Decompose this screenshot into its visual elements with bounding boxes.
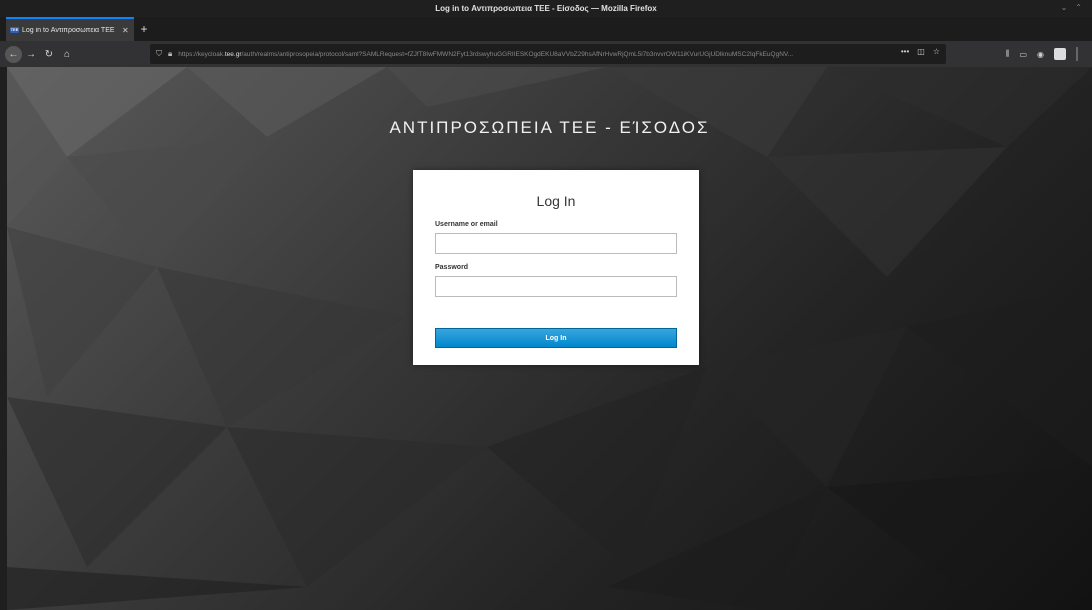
url-prefix: https://keycloak. bbox=[178, 50, 225, 58]
home-icon: ⌂ bbox=[63, 48, 71, 60]
tab-label: Log in to Αντιπροσωπεια ΤΕΕ bbox=[22, 26, 115, 34]
username-label: Username or email bbox=[435, 221, 498, 228]
toolbar-right: ⫼ ▭ ◉ bbox=[1006, 47, 1078, 61]
library-icon[interactable]: ⫼ bbox=[1006, 49, 1010, 59]
tab-login[interactable]: TEE Log in to Αντιπροσωπεια ΤΕΕ ✕ bbox=[6, 17, 134, 41]
url-actions: ••• ◫ ☆ bbox=[901, 47, 940, 56]
password-input[interactable] bbox=[435, 276, 677, 297]
arrow-right-icon: → bbox=[26, 48, 36, 60]
toolbar-separator bbox=[1076, 47, 1078, 61]
username-input[interactable] bbox=[435, 233, 677, 254]
reload-button[interactable]: ↻ bbox=[40, 45, 58, 63]
tracking-shield-icon[interactable]: ⛉ bbox=[156, 49, 162, 59]
plus-icon: + bbox=[140, 22, 148, 36]
page-content: ΑΝΤΙΠΡΟΣΩΠΕΙΑ ΤΕΕ - ΕΊΣΟΔΟΣ Log In Usern… bbox=[7, 67, 1092, 610]
page-heading: ΑΝΤΙΠΡΟΣΩΠΕΙΑ ΤΕΕ - ΕΊΣΟΔΟΣ bbox=[389, 118, 710, 137]
home-button[interactable]: ⌂ bbox=[58, 45, 76, 63]
page-actions-icon[interactable]: ••• bbox=[901, 47, 909, 56]
window-controls: ⌄ ⌃ bbox=[1061, 3, 1082, 13]
login-title: Log In bbox=[536, 193, 576, 209]
minimize-icon[interactable]: ⌄ bbox=[1061, 3, 1068, 13]
reload-icon: ↻ bbox=[44, 48, 54, 60]
maximize-icon[interactable]: ⌃ bbox=[1075, 3, 1082, 13]
window-title: Log in to Αντιπροσωπεια ΤΕΕ - Είσοδος — … bbox=[435, 4, 657, 13]
url-bar[interactable]: ⛉ 🔒︎ https://keycloak.tee.gr/auth/realms… bbox=[150, 44, 946, 64]
new-tab-button[interactable]: + bbox=[134, 17, 154, 41]
login-button[interactable]: Log In bbox=[435, 328, 677, 348]
pocket-icon[interactable]: ◫ bbox=[917, 47, 925, 56]
close-tab-icon[interactable]: ✕ bbox=[122, 26, 129, 35]
tab-strip: TEE Log in to Αντιπροσωπεια ΤΕΕ ✕ + bbox=[0, 17, 1092, 41]
window-left-edge bbox=[0, 67, 7, 610]
bookmark-star-icon[interactable]: ☆ bbox=[933, 47, 940, 56]
forward-button[interactable]: → bbox=[22, 45, 40, 63]
password-label: Password bbox=[435, 264, 469, 271]
back-button[interactable]: ← bbox=[5, 45, 22, 63]
login-card: Log In Username or email Password Log In bbox=[413, 170, 699, 365]
url-text[interactable]: https://keycloak.tee.gr/auth/realms/anti… bbox=[178, 51, 890, 58]
lock-icon[interactable]: 🔒︎ bbox=[168, 49, 172, 59]
url-path: /auth/realms/antiprosopeia/protocol/saml… bbox=[241, 50, 794, 58]
account-icon[interactable]: ◉ bbox=[1037, 50, 1044, 59]
extension-icon[interactable] bbox=[1054, 48, 1066, 60]
window-titlebar: Log in to Αντιπροσωπεια ΤΕΕ - Είσοδος — … bbox=[0, 0, 1092, 17]
url-domain: tee.gr bbox=[224, 50, 242, 58]
sidebar-icon[interactable]: ▭ bbox=[1019, 50, 1027, 59]
navigation-bar: ← → ↻ ⌂ ⛉ 🔒︎ https://keycloak.tee.gr/aut… bbox=[0, 41, 1092, 67]
tee-favicon-icon: TEE bbox=[10, 27, 19, 33]
arrow-left-icon: ← bbox=[8, 48, 19, 60]
